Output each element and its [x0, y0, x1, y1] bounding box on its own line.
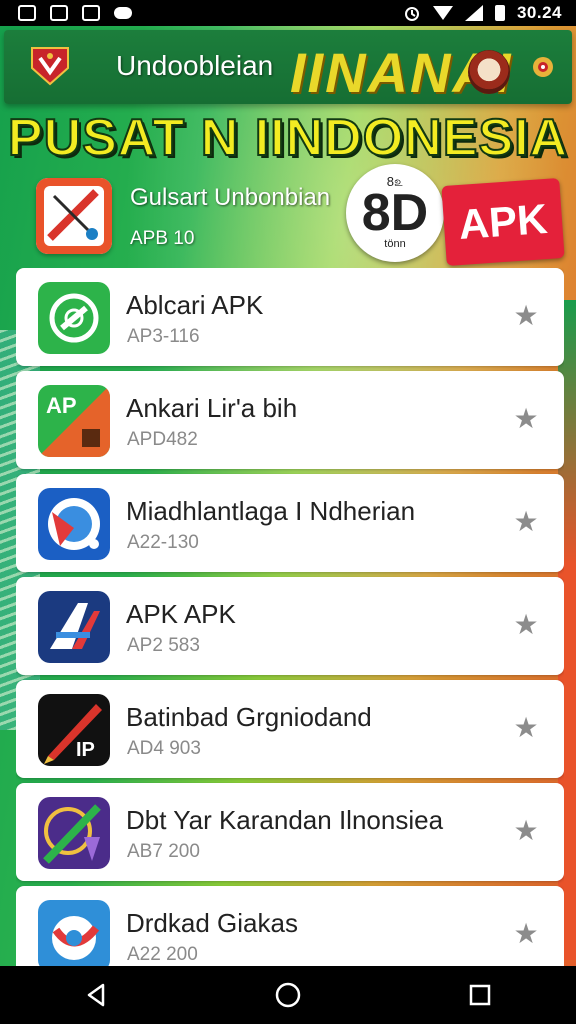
star-icon[interactable]: ★	[510, 918, 542, 950]
status-bar: 30.24	[0, 0, 576, 26]
app-name[interactable]: Miadhlantlaga I Ndherian	[126, 496, 415, 527]
green-circle-app-icon[interactable]	[38, 282, 110, 354]
app-icon-label: AP	[46, 393, 77, 418]
featured-app-icon[interactable]	[36, 178, 112, 254]
settings-button[interactable]	[526, 50, 560, 84]
app-version: AP2 583	[127, 635, 200, 656]
app-name[interactable]: Ankari Lir'a bih	[126, 393, 297, 424]
star-icon[interactable]: ★	[510, 712, 542, 744]
wifi-icon	[432, 6, 453, 20]
featured-app-version: APB 10	[130, 228, 195, 249]
battery-icon	[494, 5, 505, 21]
app-list-item[interactable]: Dbt Yar Karandan Ilnonsiea AB7 200 ★	[16, 783, 564, 881]
mascot-icon	[468, 50, 510, 94]
home-button[interactable]	[268, 975, 308, 1015]
photo-icon	[82, 5, 100, 21]
ap-green-orange-app-icon[interactable]: AP	[38, 385, 110, 457]
app-icon-label: IP	[76, 739, 95, 761]
home-icon	[275, 982, 301, 1008]
featured-app-name[interactable]: Gulsart Unbonbian	[130, 184, 330, 212]
app-name[interactable]: Drdkad Giakas	[126, 908, 298, 939]
gallery-icon	[50, 5, 68, 21]
star-icon[interactable]: ★	[510, 403, 542, 435]
app-version: AP3-116	[127, 326, 200, 347]
app-list-item[interactable]: IP Batinbad Grgniodand AD4 903 ★	[16, 680, 564, 778]
recents-icon	[469, 984, 491, 1006]
badge-sub-text: tönn	[384, 238, 406, 250]
app-version: APD482	[127, 429, 198, 450]
badge-main-text: 8D	[361, 184, 429, 242]
app-name[interactable]: Batinbad Grgniodand	[126, 702, 372, 733]
app-version: A22-130	[127, 532, 199, 553]
header-title: Undoobleian	[116, 50, 274, 81]
cloud-icon	[114, 7, 132, 19]
app-name[interactable]: APK APK	[126, 599, 236, 630]
pen-icon	[36, 178, 112, 254]
star-icon[interactable]: ★	[510, 506, 542, 538]
8d-badge: 8௨ 8D tönn	[346, 164, 444, 262]
app-name[interactable]: Dbt Yar Karandan Ilnonsiea	[126, 805, 443, 836]
app-list-item[interactable]: Drdkad Giakas A22 200 ★	[16, 886, 564, 968]
star-icon[interactable]: ★	[510, 300, 542, 332]
navigation-bar	[0, 966, 576, 1024]
alarm-icon	[404, 7, 419, 21]
app-list[interactable]: Ablcari APK AP3-116 ★ AP Ankari Lir'a bih APD…	[16, 268, 564, 968]
recents-button[interactable]	[460, 975, 500, 1015]
red-pen-app-icon[interactable]: IP	[38, 694, 110, 766]
apk-badge-label: APK	[457, 194, 549, 249]
blue-g-app-icon[interactable]	[38, 900, 110, 968]
signal-icon	[464, 5, 483, 21]
gear-icon	[533, 57, 553, 77]
app-list-item[interactable]: Miadhlantlaga I Ndherian A22-130 ★	[16, 474, 564, 572]
app-version: AB7 200	[127, 841, 200, 862]
app-version: A22 200	[127, 944, 198, 965]
app-list-item[interactable]: AP Ankari Lir'a bih APD482 ★	[16, 371, 564, 469]
app-list-item[interactable]: Ablcari APK AP3-116 ★	[16, 268, 564, 366]
app-list-item[interactable]: APK APK AP2 583 ★	[16, 577, 564, 675]
blue-target-app-icon[interactable]	[38, 488, 110, 560]
back-icon	[87, 983, 105, 1007]
app-name[interactable]: Ablcari APK	[126, 290, 263, 321]
logo-icon[interactable]	[28, 46, 72, 86]
app-version: AD4 903	[127, 738, 201, 759]
clock: 30.24	[516, 3, 562, 22]
star-icon[interactable]: ★	[510, 609, 542, 641]
banner-title: PUSAT N IINDONESIA	[7, 108, 569, 168]
image-icon	[18, 5, 36, 21]
star-icon[interactable]: ★	[510, 815, 542, 847]
back-button[interactable]	[76, 975, 116, 1015]
blue-a-app-icon[interactable]	[38, 591, 110, 663]
apk-badge[interactable]: APK	[441, 177, 565, 267]
purple-pen-app-icon[interactable]	[38, 797, 110, 869]
